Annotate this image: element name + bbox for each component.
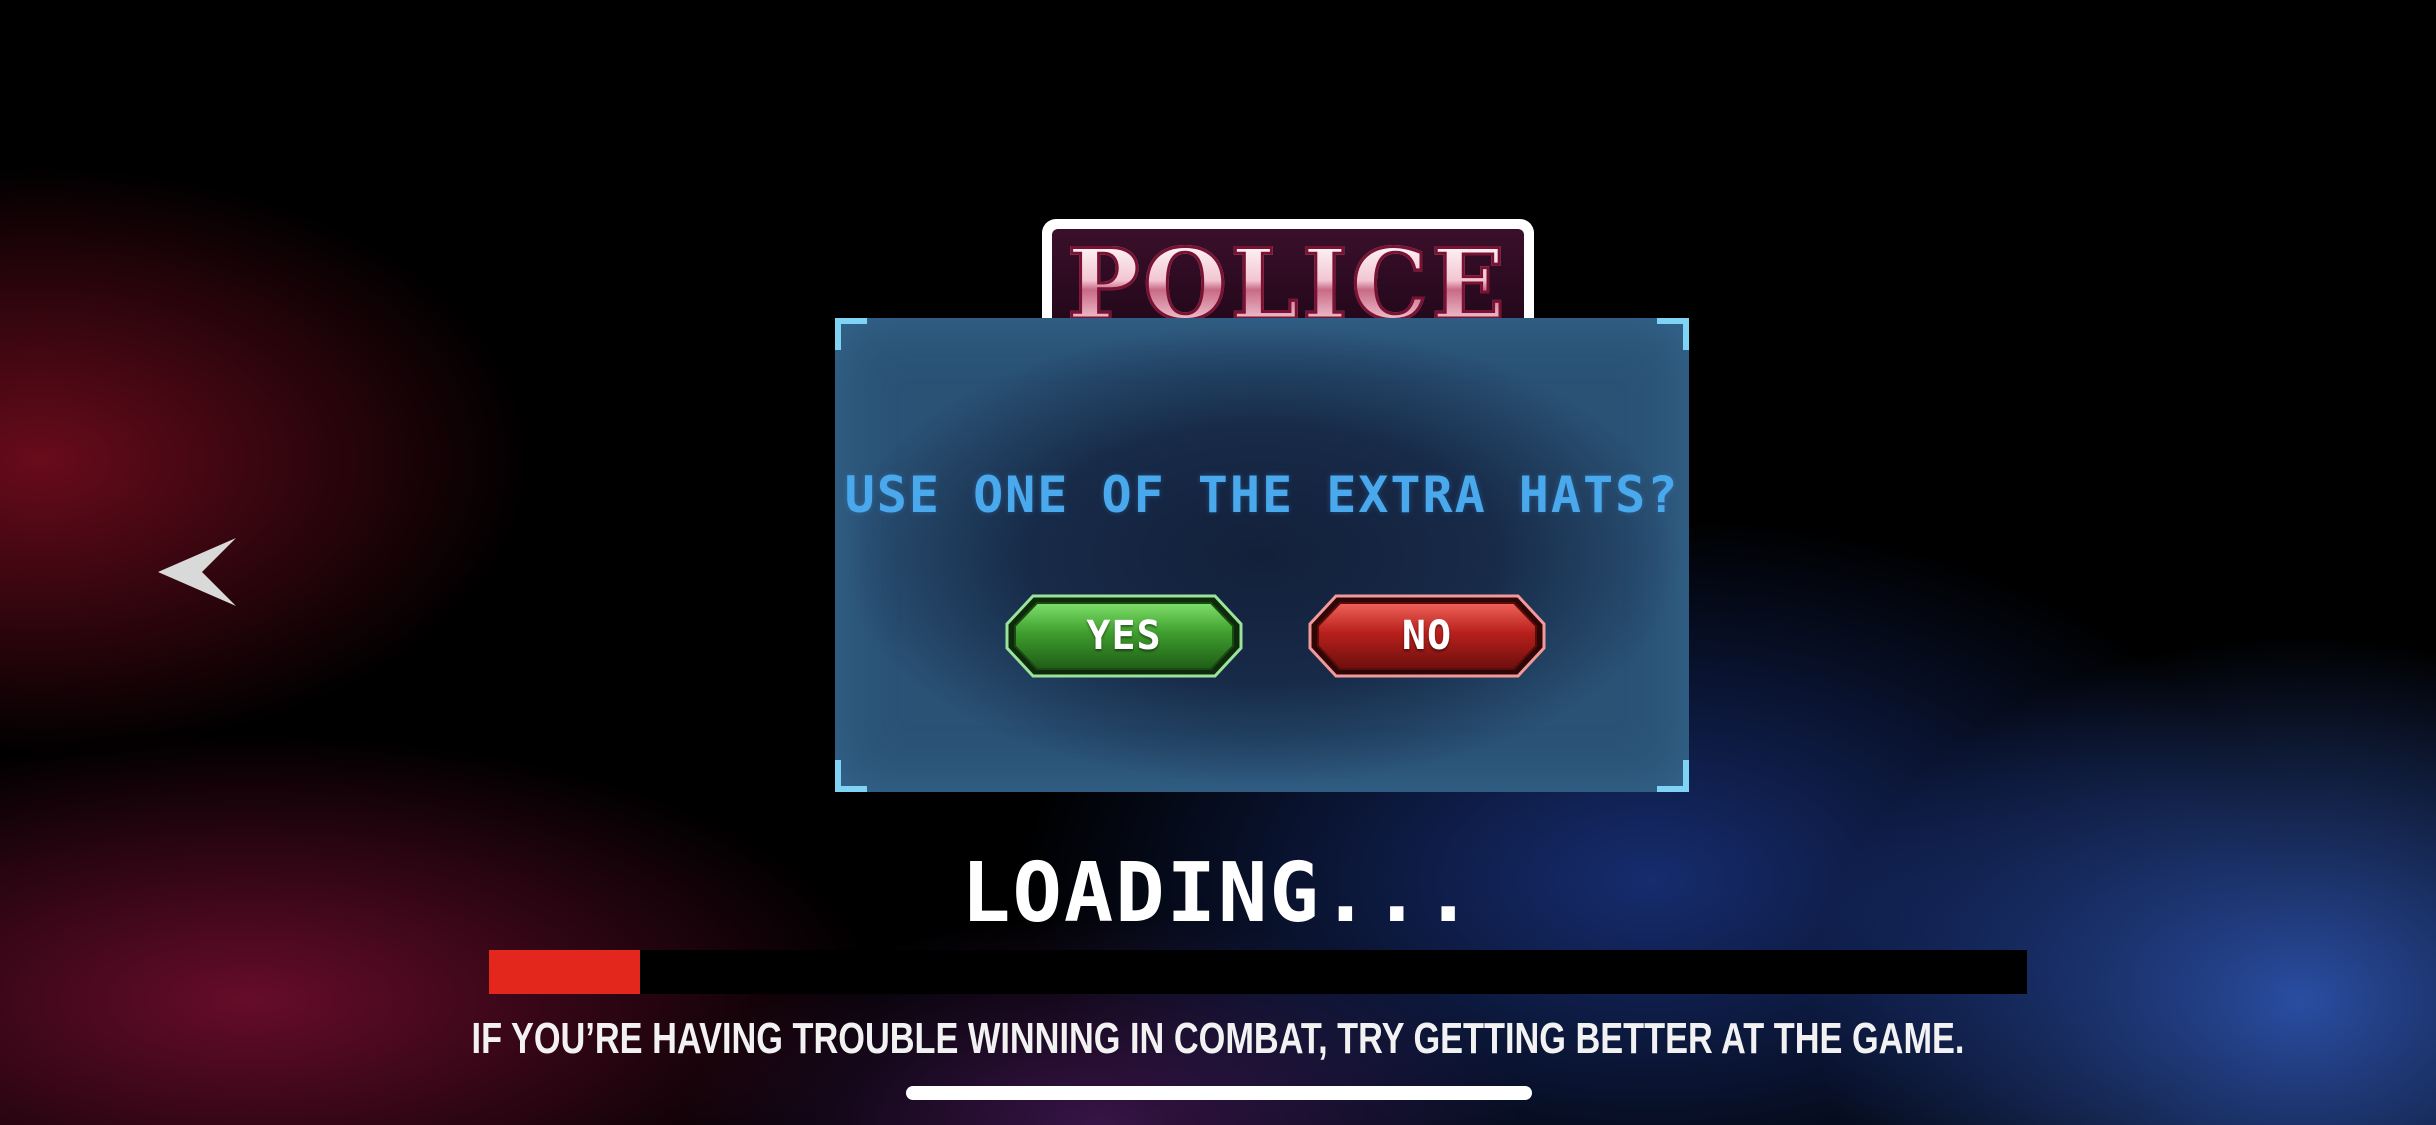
yes-button[interactable]: YES <box>1005 594 1243 678</box>
dialog-corner-bracket <box>1657 318 1689 350</box>
dialog-corner-bracket <box>835 318 867 350</box>
yes-button-label: YES <box>1086 613 1162 659</box>
extra-hats-dialog: USE ONE OF THE EXTRA HATS? YES NO <box>835 318 1689 792</box>
loading-progress-bar <box>489 950 2027 994</box>
loading-title: LOADING... <box>961 846 1475 941</box>
back-arrow-icon[interactable] <box>158 538 236 606</box>
home-indicator[interactable] <box>906 1086 1532 1100</box>
dialog-question: USE ONE OF THE EXTRA HATS? <box>844 466 1680 524</box>
loading-progress-fill <box>489 950 640 994</box>
no-button[interactable]: NO <box>1308 594 1546 678</box>
game-screen: POLICE USE ONE OF THE EXTRA HATS? YES NO… <box>0 0 2436 1125</box>
dialog-corner-bracket <box>1657 760 1689 792</box>
loading-tip: IF YOU’RE HAVING TROUBLE WINNING IN COMB… <box>471 1014 1965 1063</box>
dialog-corner-bracket <box>835 760 867 792</box>
no-button-label: NO <box>1401 613 1453 659</box>
